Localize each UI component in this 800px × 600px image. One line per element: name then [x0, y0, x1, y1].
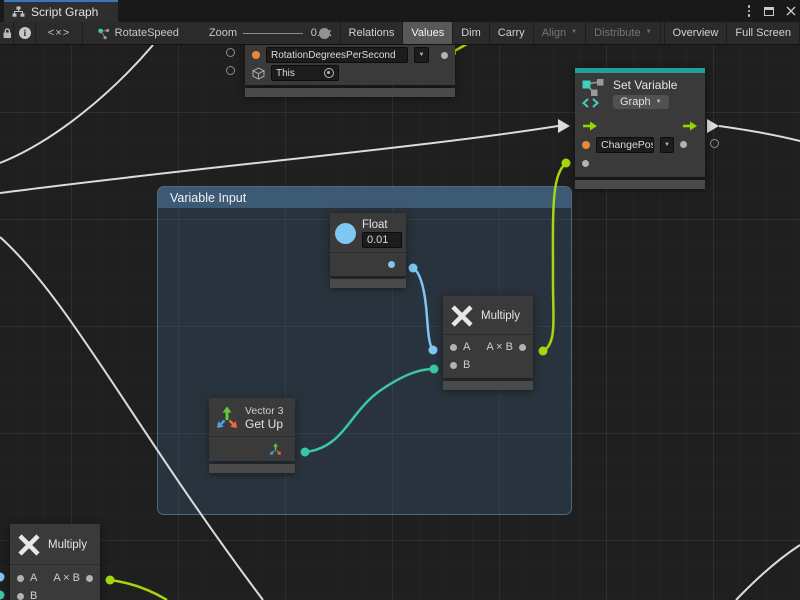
node-float-literal[interactable]: Float 0.01 — [330, 213, 406, 288]
vector3-icon — [215, 406, 239, 430]
float-value-input[interactable]: 0.01 — [362, 232, 402, 248]
output-port[interactable] — [441, 52, 448, 59]
wire-green-bottom-out — [110, 580, 167, 600]
node-title: Get Up — [245, 417, 284, 431]
variable-name-dropdown[interactable]: ChangePos — [596, 137, 654, 153]
node-title: Multiply — [48, 539, 87, 551]
tab-bar: Script Graph — [0, 0, 800, 22]
input-port-a[interactable] — [17, 575, 24, 582]
node-multiply-bottom[interactable]: Multiply A A × B B — [10, 524, 100, 600]
node-title: Set Variable — [613, 78, 677, 92]
multiply-icon — [17, 533, 41, 557]
wire-end-dot — [562, 159, 571, 168]
wire-end-dot — [0, 573, 5, 582]
lock-button[interactable] — [0, 22, 14, 44]
target-field[interactable]: This — [271, 65, 339, 81]
port-label: A × B — [53, 572, 80, 584]
tab-script-graph[interactable]: Script Graph — [4, 0, 118, 22]
node-type-label: Vector 3 — [245, 405, 284, 417]
port-label: A × B — [486, 341, 513, 353]
inspect-button[interactable] — [14, 22, 36, 44]
dim-button[interactable]: Dim — [453, 22, 490, 44]
node-title: Multiply — [481, 310, 520, 322]
chevron-down-icon[interactable] — [414, 47, 429, 63]
node-footer — [245, 88, 455, 97]
node-footer — [209, 464, 295, 473]
node-vector3-get-up[interactable]: Vector 3 Get Up — [209, 398, 295, 473]
tab-title: Script Graph — [31, 5, 98, 19]
values-button[interactable]: Values — [403, 22, 453, 44]
wire-end-dot — [0, 591, 5, 600]
target-value: This — [276, 68, 295, 79]
relations-button[interactable]: Relations — [341, 22, 404, 44]
zoom-label: Zoom — [209, 27, 237, 39]
node-footer — [575, 180, 705, 189]
output-port[interactable] — [519, 344, 526, 351]
node-footer — [443, 381, 533, 390]
window-menu-icon[interactable] — [746, 3, 753, 19]
node-multiply-center[interactable]: Multiply A A × B B — [443, 296, 533, 390]
variable-kind-dropdown[interactable]: Graph — [613, 95, 669, 109]
port-label: B — [30, 590, 37, 600]
group-header[interactable]: Variable Input — [158, 187, 571, 208]
float-type-icon — [335, 223, 356, 244]
object-picker-icon[interactable] — [324, 68, 334, 78]
input-port-b[interactable] — [450, 362, 457, 369]
port-label: A — [463, 341, 470, 353]
port-label: B — [463, 359, 470, 371]
wire-white-upleft — [0, 45, 153, 163]
lock-icon — [1, 27, 13, 40]
node-get-variable[interactable]: RotationDegreesPerSecond This — [245, 45, 455, 97]
output-port[interactable] — [680, 141, 687, 148]
variable-name-dropdown[interactable]: RotationDegreesPerSecond — [266, 47, 408, 63]
graph-canvas[interactable]: Variable Input Ro — [0, 45, 800, 600]
set-variable-icon — [581, 78, 607, 110]
multiply-icon — [450, 304, 474, 328]
exec-input-arrow — [558, 119, 570, 133]
vector3-port-icon[interactable] — [269, 443, 282, 456]
zoom-slider-track[interactable] — [243, 33, 303, 34]
output-port[interactable] — [388, 261, 395, 268]
wire-end-dot — [106, 576, 115, 585]
value-port[interactable] — [252, 51, 260, 59]
align-dropdown[interactable]: Align — [534, 22, 586, 44]
wire-white-to-setvariable — [0, 126, 558, 193]
distribute-dropdown[interactable]: Distribute — [586, 22, 660, 44]
output-port[interactable] — [86, 575, 93, 582]
exec-out-arrow-icon[interactable] — [682, 120, 698, 132]
code-preview-button[interactable]: <×> — [36, 22, 82, 44]
close-icon[interactable] — [786, 6, 796, 16]
wire-white-bottomright — [736, 545, 800, 600]
input-port-a[interactable] — [450, 344, 457, 351]
value-port[interactable] — [582, 141, 590, 149]
carry-button[interactable]: Carry — [490, 22, 534, 44]
port-label: A — [30, 572, 37, 584]
exec-in-arrow-icon[interactable] — [582, 120, 598, 132]
port-ring[interactable] — [226, 48, 235, 57]
zoom-slider-handle[interactable] — [319, 28, 330, 39]
maximize-icon[interactable] — [764, 7, 774, 16]
cube-icon — [252, 67, 265, 80]
zoom-slider[interactable] — [243, 22, 307, 44]
full-screen-button[interactable]: Full Screen — [727, 22, 800, 44]
port-ring[interactable] — [710, 139, 719, 148]
exec-output-arrow — [707, 119, 719, 133]
node-footer — [330, 279, 406, 288]
port-ring[interactable] — [226, 66, 235, 75]
graph-toolbar: <×> RotateSpeed Zoom 0.9x Relations Valu… — [0, 22, 800, 45]
input-port-b[interactable] — [17, 593, 24, 600]
overview-button[interactable]: Overview — [664, 22, 728, 44]
input-port[interactable] — [582, 160, 589, 167]
graph-breadcrumb[interactable]: RotateSpeed — [97, 22, 179, 44]
wire-white-from-setvariable — [719, 126, 800, 141]
script-graph-icon — [12, 6, 25, 18]
graph-name: RotateSpeed — [115, 27, 179, 39]
info-icon — [19, 27, 31, 39]
group-title: Variable Input — [170, 191, 246, 205]
graph-icon — [97, 27, 110, 40]
node-title: Float — [362, 219, 402, 231]
node-set-variable[interactable]: Set Variable Graph ChangePos — [575, 68, 705, 189]
chevron-down-icon[interactable] — [660, 137, 674, 153]
